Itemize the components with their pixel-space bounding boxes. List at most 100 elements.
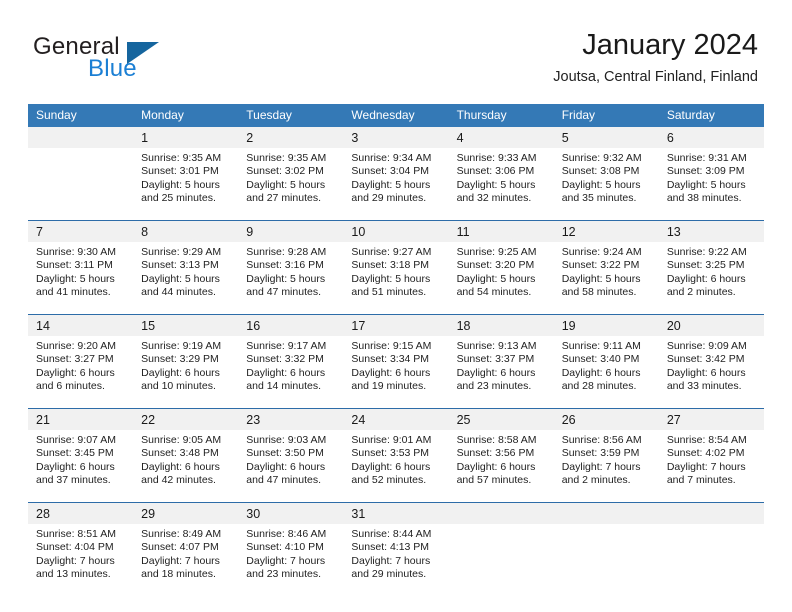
day-cell[interactable]: [658, 524, 764, 596]
day-number[interactable]: 18: [448, 314, 554, 336]
day-number[interactable]: 27: [658, 408, 764, 430]
day-cell[interactable]: Sunrise: 8:46 AM Sunset: 4:10 PM Dayligh…: [238, 524, 344, 596]
day-cell[interactable]: Sunrise: 9:29 AM Sunset: 3:13 PM Dayligh…: [133, 242, 239, 315]
day-number[interactable]: 6: [658, 127, 764, 148]
day-cell[interactable]: Sunrise: 9:35 AM Sunset: 3:01 PM Dayligh…: [133, 148, 239, 221]
sunrise-text: Sunrise: 8:56 AM: [561, 434, 642, 446]
day-cell[interactable]: Sunrise: 9:28 AM Sunset: 3:16 PM Dayligh…: [238, 242, 344, 315]
sunset-text: Sunset: 3:27 PM: [36, 353, 114, 366]
day-number[interactable]: 7: [28, 220, 134, 242]
day-cell[interactable]: Sunrise: 9:25 AM Sunset: 3:20 PM Dayligh…: [448, 242, 554, 315]
day-cell[interactable]: Sunrise: 9:32 AM Sunset: 3:08 PM Dayligh…: [553, 148, 659, 221]
day-cell[interactable]: [553, 524, 659, 596]
day-cell[interactable]: Sunrise: 9:09 AM Sunset: 3:42 PM Dayligh…: [658, 336, 764, 409]
daylight-text-line1: Daylight: 6 hours: [561, 366, 641, 379]
day-number[interactable]: 8: [133, 220, 239, 242]
daylight-text-line2: and 13 minutes.: [36, 568, 111, 581]
daylight-text-line2: and 19 minutes.: [351, 380, 427, 393]
day-cell[interactable]: Sunrise: 9:05 AM Sunset: 3:48 PM Dayligh…: [133, 430, 239, 503]
day-number[interactable]: 20: [658, 314, 764, 336]
day-number[interactable]: 23: [238, 408, 344, 430]
sunrise-text: Sunrise: 8:44 AM: [351, 528, 432, 540]
day-cell[interactable]: Sunrise: 9:11 AM Sunset: 3:40 PM Dayligh…: [553, 336, 659, 409]
weekday-header-thursday: Thursday: [448, 104, 554, 127]
day-cell[interactable]: Sunrise: 9:01 AM Sunset: 3:53 PM Dayligh…: [343, 430, 449, 503]
day-number[interactable]: 4: [448, 127, 554, 148]
day-number[interactable]: 25: [448, 408, 554, 430]
sunset-text: Sunset: 3:42 PM: [666, 353, 745, 366]
day-cell[interactable]: Sunrise: 9:33 AM Sunset: 3:06 PM Dayligh…: [448, 148, 554, 221]
day-number[interactable]: 15: [133, 314, 239, 336]
sunrise-text: Sunrise: 9:25 AM: [456, 246, 537, 258]
day-cell[interactable]: Sunrise: 8:49 AM Sunset: 4:07 PM Dayligh…: [133, 524, 239, 596]
day-cell[interactable]: Sunrise: 8:54 AM Sunset: 4:02 PM Dayligh…: [658, 430, 764, 503]
weekday-header-saturday: Saturday: [658, 104, 764, 127]
daylight-text-line2: and 14 minutes.: [246, 380, 321, 393]
calendar-header-row: Sunday Monday Tuesday Wednesday Thursday…: [28, 104, 764, 127]
day-number[interactable]: 5: [553, 127, 659, 148]
daylight-text-line2: and 37 minutes.: [36, 474, 111, 487]
day-number[interactable]: 24: [343, 408, 449, 430]
day-number[interactable]: 30: [238, 502, 344, 524]
day-number[interactable]: 12: [553, 220, 659, 242]
day-cell[interactable]: Sunrise: 9:13 AM Sunset: 3:37 PM Dayligh…: [448, 336, 554, 409]
day-number[interactable]: 9: [238, 220, 344, 242]
day-number[interactable]: 3: [343, 127, 449, 148]
day-number[interactable]: 29: [133, 502, 239, 524]
day-cell[interactable]: Sunrise: 9:34 AM Sunset: 3:04 PM Dayligh…: [343, 148, 449, 221]
day-number[interactable]: 19: [553, 314, 659, 336]
day-cell[interactable]: Sunrise: 9:27 AM Sunset: 3:18 PM Dayligh…: [343, 242, 449, 315]
daylight-text-line1: Daylight: 6 hours: [351, 460, 431, 473]
day-cell[interactable]: Sunrise: 9:19 AM Sunset: 3:29 PM Dayligh…: [133, 336, 239, 409]
day-cell[interactable]: Sunrise: 9:30 AM Sunset: 3:11 PM Dayligh…: [28, 242, 134, 315]
day-cell[interactable]: Sunrise: 9:07 AM Sunset: 3:45 PM Dayligh…: [28, 430, 134, 503]
day-cell[interactable]: Sunrise: 8:56 AM Sunset: 3:59 PM Dayligh…: [553, 430, 659, 503]
day-number[interactable]: 21: [28, 408, 134, 430]
day-cell[interactable]: Sunrise: 9:17 AM Sunset: 3:32 PM Dayligh…: [238, 336, 344, 409]
day-number[interactable]: [658, 502, 764, 524]
daylight-text-line1: Daylight: 7 hours: [666, 460, 746, 473]
week-daynumbers-row: 28 29 30 31: [28, 502, 764, 524]
weekday-header-friday: Friday: [553, 104, 659, 127]
day-number[interactable]: 2: [238, 127, 344, 148]
day-number[interactable]: 11: [448, 220, 554, 242]
day-cell[interactable]: Sunrise: 9:31 AM Sunset: 3:09 PM Dayligh…: [658, 148, 764, 221]
day-number[interactable]: [553, 502, 659, 524]
daylight-text-line2: and 32 minutes.: [456, 192, 532, 205]
day-number[interactable]: 14: [28, 314, 134, 336]
daylight-text-line2: and 52 minutes.: [351, 474, 427, 487]
day-cell[interactable]: Sunrise: 9:24 AM Sunset: 3:22 PM Dayligh…: [553, 242, 659, 315]
general-blue-logo[interactable]: General Blue: [33, 33, 243, 85]
day-cell[interactable]: Sunrise: 9:20 AM Sunset: 3:27 PM Dayligh…: [28, 336, 134, 409]
day-number[interactable]: 1: [133, 127, 239, 148]
daylight-text-line2: and 54 minutes.: [456, 286, 532, 299]
day-cell[interactable]: Sunrise: 8:44 AM Sunset: 4:13 PM Dayligh…: [343, 524, 449, 596]
day-number[interactable]: 17: [343, 314, 449, 336]
page-title: January 2024: [582, 29, 758, 61]
day-number[interactable]: [28, 127, 134, 148]
calendar-body: 1 2 3 4 5 6 Sunrise: 9:35 AM Sunset: 3:0…: [28, 127, 764, 596]
day-cell[interactable]: Sunrise: 9:15 AM Sunset: 3:34 PM Dayligh…: [343, 336, 449, 409]
sunrise-text: Sunrise: 9:31 AM: [666, 152, 747, 164]
day-cell[interactable]: Sunrise: 8:51 AM Sunset: 4:04 PM Dayligh…: [28, 524, 134, 596]
sunrise-text: Sunrise: 9:19 AM: [141, 340, 222, 352]
day-cell[interactable]: Sunrise: 9:35 AM Sunset: 3:02 PM Dayligh…: [238, 148, 344, 221]
day-number[interactable]: 13: [658, 220, 764, 242]
sunset-text: Sunset: 3:34 PM: [351, 353, 430, 366]
day-cell[interactable]: [448, 524, 554, 596]
weekday-header-tuesday: Tuesday: [238, 104, 344, 127]
sunset-text: Sunset: 4:10 PM: [246, 541, 324, 554]
day-cell[interactable]: Sunrise: 8:58 AM Sunset: 3:56 PM Dayligh…: [448, 430, 554, 503]
sunset-text: Sunset: 4:13 PM: [351, 541, 430, 554]
day-cell[interactable]: Sunrise: 9:22 AM Sunset: 3:25 PM Dayligh…: [658, 242, 764, 315]
day-number[interactable]: 28: [28, 502, 134, 524]
day-cell[interactable]: [28, 148, 134, 221]
day-number[interactable]: 31: [343, 502, 449, 524]
day-cell[interactable]: Sunrise: 9:03 AM Sunset: 3:50 PM Dayligh…: [238, 430, 344, 503]
day-number[interactable]: 22: [133, 408, 239, 430]
daylight-text-line1: Daylight: 5 hours: [561, 178, 641, 191]
day-number[interactable]: 10: [343, 220, 449, 242]
day-number[interactable]: 16: [238, 314, 344, 336]
day-number[interactable]: [448, 502, 554, 524]
day-number[interactable]: 26: [553, 408, 659, 430]
